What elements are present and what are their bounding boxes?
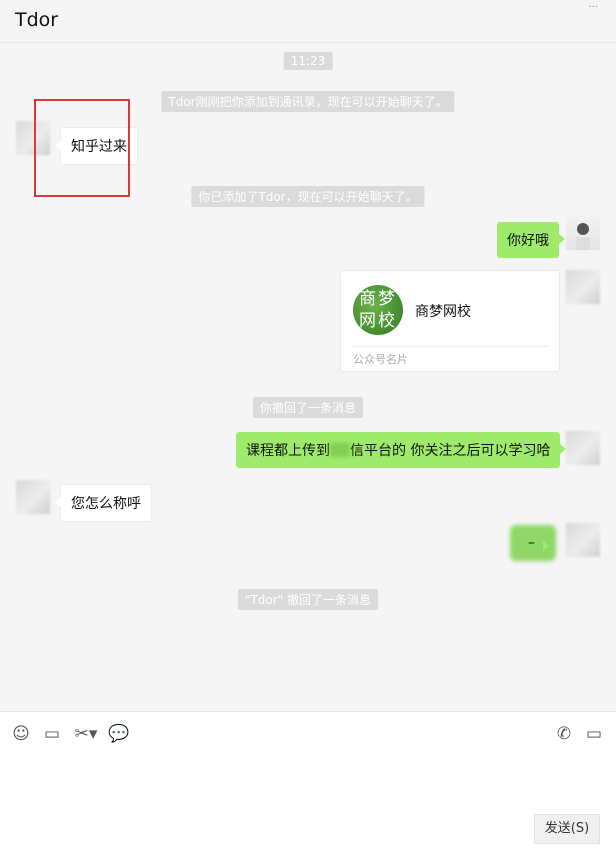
message-input[interactable] (0, 752, 616, 812)
my-avatar[interactable] (566, 523, 600, 557)
blurred-redaction (330, 443, 350, 457)
card-divider (351, 346, 549, 347)
incoming-message[interactable]: 您怎么称呼 (55, 484, 152, 522)
my-avatar[interactable] (566, 270, 600, 304)
system-message-added-by-contact: Tdor刚刚把你添加到通讯录，现在可以开始聊天了。 (161, 91, 455, 112)
smile-icon[interactable]: ☺ (11, 724, 31, 744)
video-camera-icon[interactable]: ▭ (584, 724, 604, 744)
phone-icon[interactable]: ✆ (554, 724, 574, 744)
logo-text-top: 商梦 (359, 289, 397, 309)
system-message-you-added-contact: 你已添加了Tdor，现在可以开始聊天了。 (191, 186, 425, 207)
official-account-card[interactable]: 商梦 网校 商梦网校 公众号名片 (340, 270, 560, 372)
outgoing-message[interactable]: – (520, 529, 549, 557)
window-control-icon[interactable]: ··· (588, 2, 598, 13)
person-icon (576, 223, 590, 250)
timestamp: 11:23 (283, 52, 333, 70)
message-text-part1: 课程都上传到 (246, 443, 330, 459)
system-message-recalled-by-you: 你撤回了一条消息 (252, 397, 364, 418)
my-avatar[interactable] (566, 431, 600, 465)
contact-avatar[interactable] (16, 480, 50, 514)
send-button[interactable]: 发送(S) (534, 814, 600, 844)
my-avatar[interactable] (566, 216, 600, 250)
message-text-part2: 信平台的 你关注之后可以学习哈 (350, 443, 551, 459)
card-type-label: 公众号名片 (353, 353, 408, 366)
input-toolbar: ☺ ▭ ✂▾ 💬 ✆ ▭ 发送(S) (0, 711, 616, 849)
account-name: 商梦网校 (415, 304, 471, 320)
contact-title: Tdor (15, 9, 59, 31)
outgoing-message[interactable]: 你好哦 (497, 222, 565, 258)
highlight-box (34, 99, 130, 197)
chat-header: Tdor ··· (0, 0, 616, 43)
folder-icon[interactable]: ▭ (42, 724, 62, 744)
speech-bubble-icon[interactable]: 💬 (108, 724, 129, 744)
scissors-icon[interactable]: ✂▾ (73, 724, 99, 744)
outgoing-message-long[interactable]: 课程都上传到 信平台的 你关注之后可以学习哈 (236, 432, 567, 468)
logo-text-bottom: 网校 (359, 311, 397, 331)
message-list[interactable]: 11:23 Tdor刚刚把你添加到通讯录，现在可以开始聊天了。 知乎过来 你已添… (0, 43, 616, 710)
system-message-recalled-by-contact: "Tdor" 撤回了一条消息 (237, 589, 379, 610)
account-logo: 商梦 网校 (353, 285, 403, 335)
